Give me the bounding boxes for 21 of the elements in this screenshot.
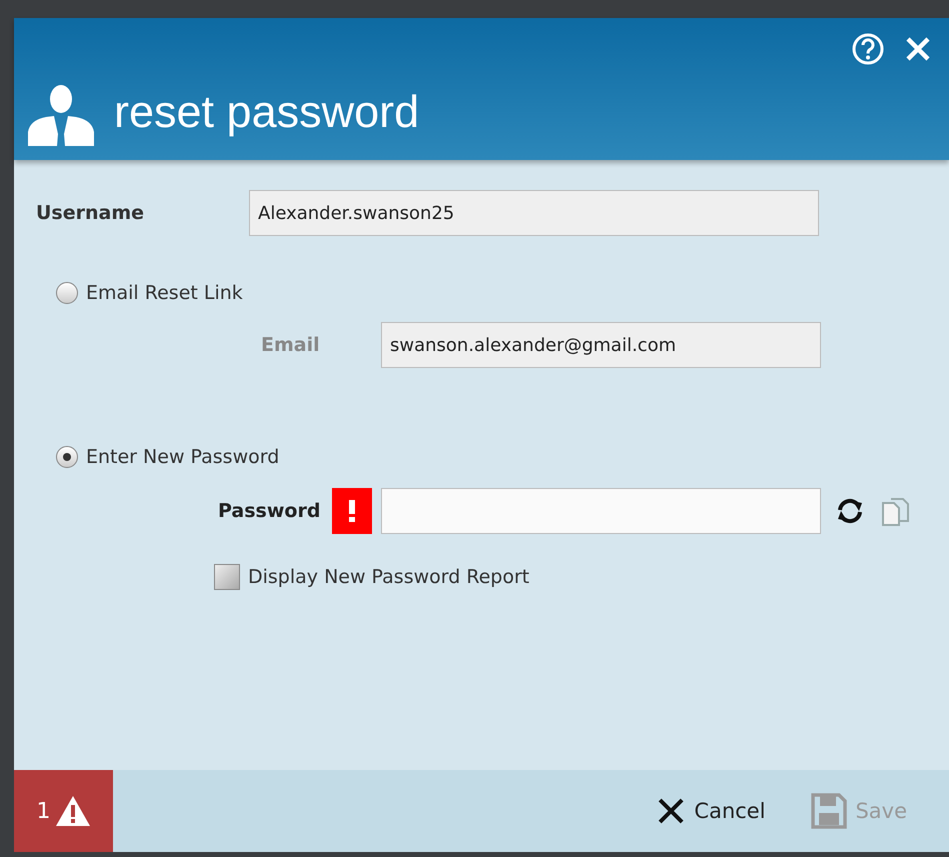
- radio-button[interactable]: [56, 282, 78, 304]
- password-field[interactable]: [381, 488, 822, 534]
- error-count: 1: [36, 798, 50, 824]
- close-icon: [656, 796, 686, 826]
- cancel-button[interactable]: Cancel: [652, 792, 770, 830]
- warning-icon: [54, 795, 90, 827]
- field-label: Email: [261, 334, 321, 356]
- field-label: Password: [218, 500, 320, 522]
- user-icon: [26, 82, 96, 146]
- radio-button[interactable]: [56, 446, 78, 468]
- username-label: Username: [36, 202, 146, 224]
- exclamation-icon: [348, 500, 356, 522]
- checkbox[interactable]: [214, 564, 240, 590]
- option-label: Enter New Password: [86, 446, 280, 468]
- error-count-badge[interactable]: 1: [14, 770, 113, 852]
- email-field[interactable]: swanson.alexander@gmail.com: [381, 322, 821, 368]
- username-field[interactable]: Alexander.swanson25: [249, 190, 819, 236]
- option-label: Email Reset Link: [86, 282, 243, 304]
- checkbox-label: Display New Password Report: [248, 566, 530, 588]
- help-icon[interactable]: [851, 32, 885, 66]
- dialog-title: reset password: [114, 89, 420, 139]
